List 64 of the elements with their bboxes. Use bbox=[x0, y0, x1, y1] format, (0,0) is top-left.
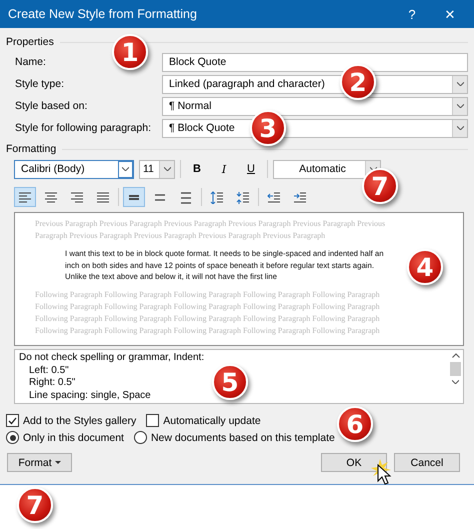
align-center-icon bbox=[44, 190, 58, 204]
increase-indent-icon bbox=[293, 190, 307, 204]
chevron-down-icon bbox=[164, 167, 170, 171]
radio-option[interactable]: New documents based on this template bbox=[134, 431, 335, 444]
check-icon bbox=[8, 416, 17, 424]
spacing-increase-icon bbox=[210, 190, 224, 204]
double-spacing-icon bbox=[179, 190, 193, 204]
field-label: Style for following paragraph: bbox=[15, 122, 152, 134]
chevron-down-icon bbox=[122, 167, 129, 171]
chevron-down-icon bbox=[456, 82, 464, 86]
format-button[interactable]: Format bbox=[7, 453, 72, 472]
description-text: Line spacing: single, Space bbox=[29, 390, 151, 402]
preview-text: Previous Paragraph Previous Paragraph Previous Paragraph Previous Paragraph Previous Paragraph Previous bbox=[35, 218, 386, 230]
close-button[interactable]: ✕ bbox=[434, 6, 466, 22]
toolbar-button[interactable] bbox=[14, 187, 36, 207]
caret-icon bbox=[54, 460, 61, 464]
justify-icon bbox=[96, 190, 110, 204]
ok-button[interactable]: OK bbox=[321, 453, 387, 472]
decrease-indent-icon bbox=[267, 190, 281, 204]
checkbox-box[interactable] bbox=[146, 414, 160, 427]
radio-button[interactable] bbox=[6, 431, 19, 444]
dropdown-button[interactable] bbox=[452, 120, 467, 136]
number-badge: 7 bbox=[17, 487, 53, 523]
radio-button[interactable] bbox=[134, 431, 147, 444]
italic-button[interactable]: I bbox=[213, 160, 235, 178]
checkbox-box[interactable] bbox=[6, 414, 19, 427]
font-dropdown[interactable]: Calibri (Body) bbox=[14, 160, 134, 178]
description-text: Left: 0.5" bbox=[29, 364, 69, 377]
description-text: Right: 0.5" bbox=[29, 377, 76, 390]
section-heading: Properties bbox=[6, 36, 54, 48]
size-dropdown[interactable]: 11 bbox=[139, 160, 175, 178]
dropdown-button[interactable] bbox=[118, 160, 133, 178]
preview-text: Following Paragraph Following Paragraph Following Paragraph Following Paragraph Following Paragraph bbox=[35, 312, 381, 324]
name-field[interactable]: Block Quote bbox=[162, 52, 468, 72]
bold-button[interactable]: B bbox=[186, 160, 208, 178]
style-dropdown[interactable]: ¶ Normal bbox=[162, 96, 468, 116]
dropdown-button[interactable] bbox=[452, 98, 467, 114]
chevron-down-icon bbox=[456, 126, 464, 130]
field-label: Name: bbox=[15, 56, 47, 68]
dropdown-button[interactable] bbox=[159, 160, 174, 178]
checkbox[interactable]: Add to the Styles gallery bbox=[6, 414, 136, 427]
preview-text: Paragraph Previous Paragraph Previous Paragraph Previous Paragraph Previous Paragraph bbox=[35, 230, 326, 242]
chevron-down-icon bbox=[452, 380, 459, 384]
underline-button[interactable]: U bbox=[240, 160, 262, 178]
align-right-icon bbox=[70, 190, 84, 204]
help-button[interactable]: ? bbox=[396, 6, 428, 22]
section-heading: Formatting bbox=[6, 143, 56, 155]
checkbox[interactable]: Automatically update bbox=[146, 414, 261, 427]
chevron-down-icon bbox=[456, 104, 464, 108]
scroll-up-icon[interactable] bbox=[452, 353, 460, 358]
description-text: Do not check spelling or grammar, Indent: bbox=[19, 352, 204, 364]
preview-text: Following Paragraph Following Paragraph Following Paragraph Following Paragraph Following Paragraph bbox=[35, 324, 381, 336]
preview-text: Following Paragraph Following Paragraph Following Paragraph Following Paragraph Following Paragraph bbox=[35, 288, 381, 300]
cancel-button[interactable]: Cancel bbox=[394, 453, 460, 472]
toolbar-button[interactable] bbox=[123, 187, 145, 207]
chevron-down-icon bbox=[370, 167, 376, 171]
dropdown-button[interactable] bbox=[452, 76, 467, 92]
field-label: Style type: bbox=[15, 78, 66, 90]
window-title: Create New Style from Formatting bbox=[8, 7, 198, 21]
align-left-icon bbox=[18, 190, 32, 204]
spacing-decrease-icon bbox=[236, 190, 250, 204]
preview-text: Following Paragraph Following Paragraph Following Paragraph Following Paragraph Following Paragraph bbox=[35, 300, 381, 312]
radio-option[interactable]: Only in this document bbox=[6, 431, 124, 444]
field-label: Style based on: bbox=[15, 100, 88, 112]
